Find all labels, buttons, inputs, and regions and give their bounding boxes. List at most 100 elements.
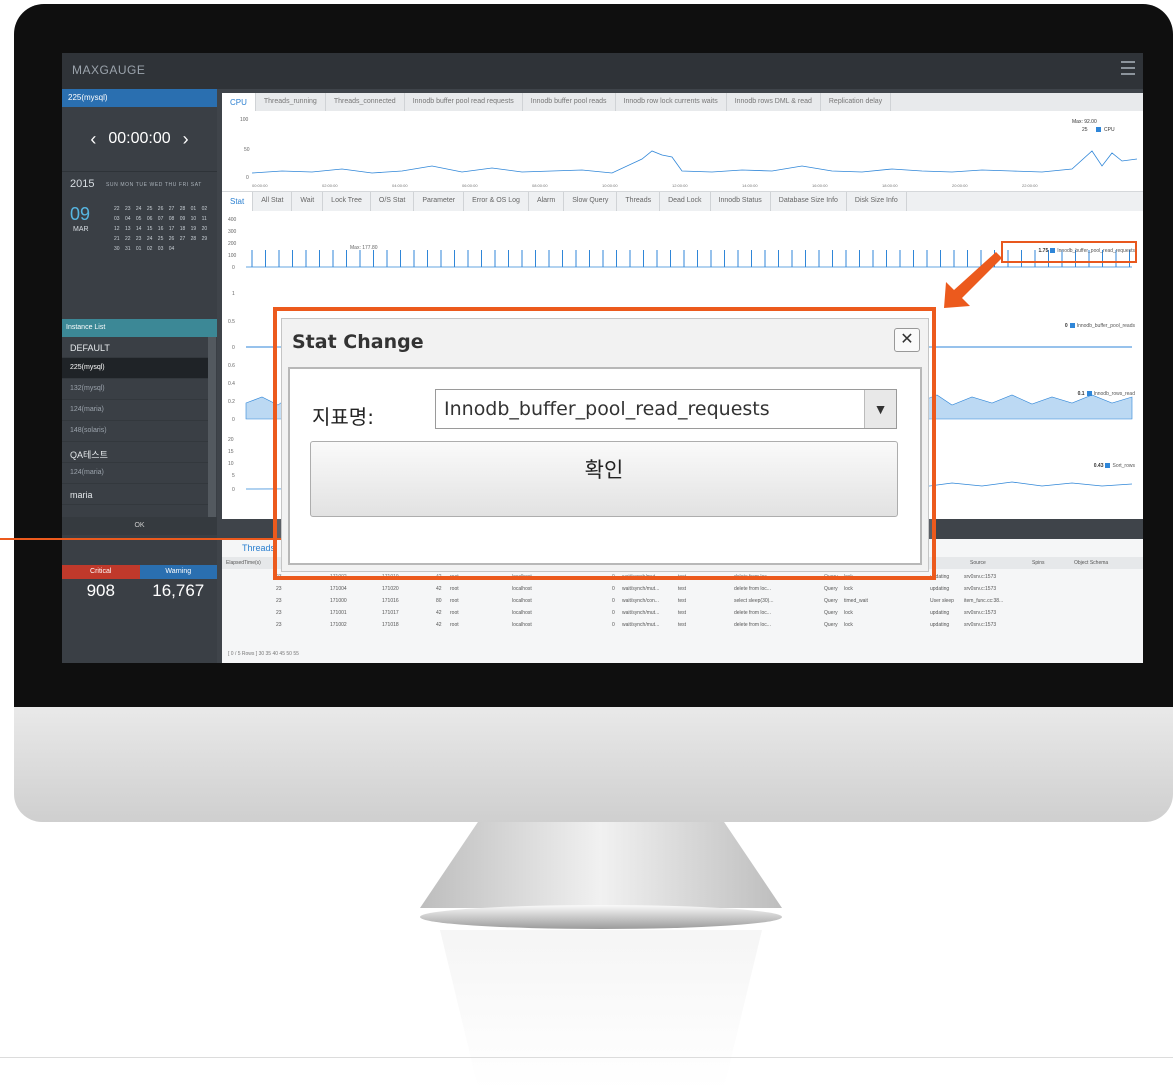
instance-list-title: Instance List <box>62 319 217 337</box>
tab-slow-query[interactable]: Slow Query <box>564 192 618 211</box>
tab-parameter[interactable]: Parameter <box>414 192 465 211</box>
top-bar: MAXGAUGE <box>62 53 1143 89</box>
stat1-ytick: 300 <box>228 229 237 235</box>
monitor-stand-foot <box>420 905 782 929</box>
hamburger-menu-icon[interactable] <box>1121 61 1135 75</box>
cpu-chart: 100 50 0 00:00:00 02:00:00 04:00:00 06:0… <box>222 111 1143 191</box>
critical-count[interactable]: 908 <box>62 581 140 601</box>
tab-buffer-pool-reads[interactable]: Innodb buffer pool reads <box>523 93 616 111</box>
table-cell: 42 <box>436 622 442 628</box>
column-header[interactable]: ElapsedTime(s) <box>226 560 261 566</box>
tab-threads[interactable]: Threads <box>617 192 661 211</box>
table-cell: localhost <box>512 586 532 592</box>
tab-wait[interactable]: Wait <box>292 192 324 211</box>
stat4-ytick: 15 <box>228 449 234 455</box>
table-row[interactable]: 23 171004 171020 42 root localhost 0 wait/synch… <box>222 583 1143 595</box>
metric-select[interactable]: Innodb_buffer_pool_read_requests ▼ <box>435 389 897 429</box>
list-item[interactable]: 124(maria) <box>62 400 208 421</box>
table-cell: root <box>450 610 459 616</box>
ok-button[interactable]: OK <box>62 517 217 535</box>
tab-cpu[interactable]: CPU <box>222 93 256 111</box>
cpu-xtick: 10:00:00 <box>602 183 618 188</box>
tab-row-lock-waits[interactable]: Innodb row lock currents waits <box>616 93 727 111</box>
calendar-grid[interactable]: 22 23 24 25 26 27 28 01 02 03 04 05 06 0… <box>114 204 210 254</box>
instance-list-scrollbar[interactable] <box>208 337 216 517</box>
table-cell: lock <box>844 586 853 592</box>
table-cell: 171002 <box>330 622 347 628</box>
table-row[interactable]: 23 171001 171017 42 root localhost 0 wait/synch… <box>222 607 1143 619</box>
cpu-max-label: Max: 92.00 <box>1072 119 1097 125</box>
tab-replication-delay[interactable]: Replication delay <box>821 93 892 111</box>
cpu-ytick: 100 <box>240 117 249 123</box>
column-header[interactable]: Object Schema <box>1074 560 1108 566</box>
alert-labels: Critical Warning <box>62 565 217 579</box>
list-item[interactable]: QA테스트 <box>62 442 208 463</box>
table-cell: test <box>678 586 687 592</box>
cpu-ytick: 50 <box>244 147 250 153</box>
legend-highlight-box <box>1001 241 1137 263</box>
tab-dead-lock[interactable]: Dead Lock <box>660 192 711 211</box>
table-cell: timed_wait <box>844 598 868 604</box>
table-cell: lock <box>844 610 853 616</box>
tab-all-stat[interactable]: All Stat <box>253 192 293 211</box>
prev-time-button[interactable]: ‹ <box>90 129 96 150</box>
stat3-ytick: 0.6 <box>228 363 235 369</box>
time-display: 00:00:00 <box>108 130 171 147</box>
stat3-ytick: 0 <box>232 417 235 423</box>
table-cell: localhost <box>512 622 532 628</box>
table-cell: Query <box>824 610 838 616</box>
next-time-button[interactable]: › <box>183 129 189 150</box>
list-item[interactable]: 225(mysql) <box>62 358 208 379</box>
table-cell: srv0srv.c:1573 <box>964 586 997 592</box>
tab-error-os-log[interactable]: Error & OS Log <box>464 192 529 211</box>
stat3-ytick: 0.4 <box>228 381 235 387</box>
table-cell: srv0srv.c:1573 <box>964 622 997 628</box>
table-cell: 23 <box>276 622 282 628</box>
stat1-ytick: 400 <box>228 217 237 223</box>
list-item[interactable]: 148(solaris) <box>62 421 208 442</box>
list-item[interactable]: 124(maria) <box>62 463 208 484</box>
close-icon[interactable]: ✕ <box>894 328 920 352</box>
table-row[interactable]: 23 171000 171016 80 root localhost 0 wait/synch… <box>222 595 1143 607</box>
table-row[interactable]: 23 171002 171018 42 root localhost 0 wait/synch… <box>222 619 1143 631</box>
table-cell: 0 <box>612 586 615 592</box>
tab-innodb-status[interactable]: Innodb Status <box>711 192 771 211</box>
warning-label: Warning <box>139 565 217 579</box>
cpu-xtick: 14:00:00 <box>742 183 758 188</box>
table-cell: 171004 <box>330 586 347 592</box>
table-cell: Query <box>824 586 838 592</box>
tab-buffer-pool-read-requests[interactable]: Innodb buffer pool read requests <box>405 93 523 111</box>
warning-count[interactable]: 16,767 <box>140 581 218 601</box>
tab-threads-connected[interactable]: Threads_connected <box>326 93 405 111</box>
tab-alarm[interactable]: Alarm <box>529 192 565 211</box>
threads-pager[interactable]: [ 0 / 5 Rows ] 30 35 40 45 50 55 <box>228 651 299 657</box>
list-item[interactable]: maria <box>62 484 208 505</box>
table-cell: root <box>450 622 459 628</box>
table-cell: wait/synch/mut... <box>622 586 660 592</box>
tab-os-stat[interactable]: O/S Stat <box>371 192 415 211</box>
column-header[interactable]: Spins <box>1032 560 1045 566</box>
tab-threads-running[interactable]: Threads_running <box>256 93 326 111</box>
confirm-button[interactable]: 확인 <box>310 441 898 517</box>
table-cell: updating <box>930 586 950 592</box>
metric-select-value: Innodb_buffer_pool_read_requests <box>444 398 770 420</box>
tab-stat[interactable]: Stat <box>222 192 254 211</box>
column-header[interactable]: Source <box>970 560 986 566</box>
stat2-legend-swatch <box>1069 323 1075 329</box>
stat4-ytick: 10 <box>228 461 234 467</box>
tab-rows-dml[interactable]: Innodb rows DML & read <box>727 93 821 111</box>
list-item[interactable]: DEFAULT <box>62 337 208 358</box>
table-cell: root <box>450 598 459 604</box>
table-cell: 171001 <box>330 610 347 616</box>
floor-line <box>0 1057 1173 1058</box>
table-cell: Query <box>824 598 838 604</box>
table-cell: test <box>678 610 687 616</box>
list-item[interactable]: 132(mysql) <box>62 379 208 400</box>
tab-database-size-info[interactable]: Database Size Info <box>771 192 847 211</box>
tab-disk-size-info[interactable]: Disk Size Info <box>847 192 907 211</box>
tab-lock-tree[interactable]: Lock Tree <box>323 192 371 211</box>
chevron-down-icon[interactable]: ▼ <box>864 390 896 428</box>
calendar-month: MAR <box>73 226 89 233</box>
table-cell: wait/synch/mut... <box>622 610 660 616</box>
table-cell: select sleep(30)... <box>734 598 774 604</box>
